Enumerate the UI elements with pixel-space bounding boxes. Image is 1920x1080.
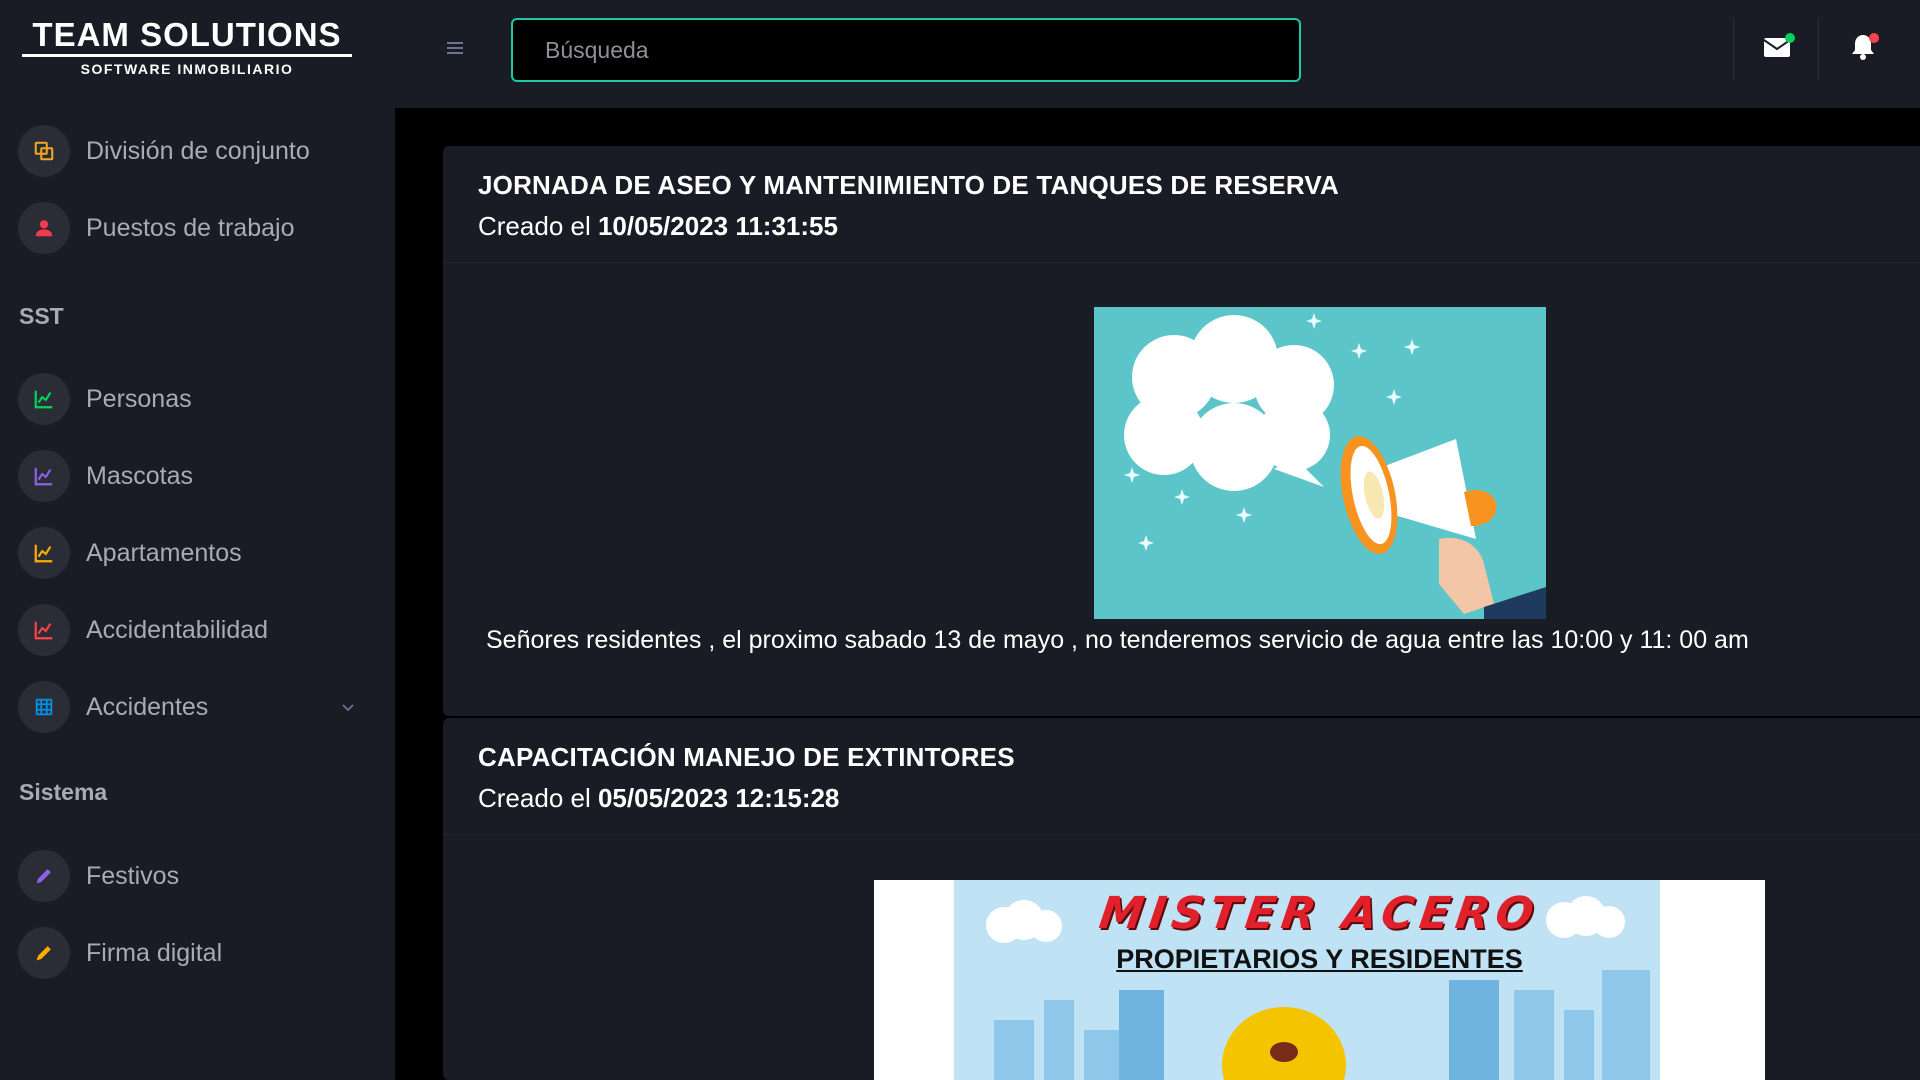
post-title: JORNADA DE ASEO Y MANTENIMIENTO DE TANQU…	[478, 170, 1340, 200]
mail-notification-dot	[1785, 33, 1795, 43]
sidebar-item-mascotas[interactable]: Mascotas	[18, 448, 358, 504]
main-content: JORNADA DE ASEO Y MANTENIMIENTO DE TANQU…	[395, 108, 1920, 1080]
copy-icon	[18, 125, 70, 177]
chart-line-icon	[18, 527, 70, 579]
sidebar-item-festivos[interactable]: Festivos	[18, 848, 358, 904]
brand-title: TEAM SOLUTIONS	[22, 18, 352, 57]
sidebar-item-label: Apartamentos	[86, 538, 242, 567]
notifications-button[interactable]	[1846, 30, 1880, 64]
navbar-divider	[1733, 18, 1734, 80]
post-text: Señores residentes , el proximo sabado 1…	[486, 626, 1749, 654]
sidebar-item-label: Accidentabilidad	[86, 615, 269, 644]
chart-line-icon	[18, 450, 70, 502]
megaphone-image	[1094, 307, 1546, 619]
sidebar-section-title-sistema: Sistema	[19, 779, 108, 805]
sidebar-item-label: Firma digital	[86, 938, 223, 967]
sidebar-item-puestos-de-trabajo[interactable]: Puestos de trabajo	[18, 200, 358, 256]
chevron-down-icon[interactable]	[338, 697, 358, 717]
post-created-date: 05/05/2023 12:15:28	[597, 783, 840, 813]
sidebar: TEAM SOLUTIONS SOFTWARE INMOBILIARIO Div…	[0, 0, 395, 1080]
sidebar-item-label: Puestos de trabajo	[86, 213, 295, 242]
sidebar-item-label: División de conjunto	[86, 136, 310, 165]
sidebar-item-label: Personas	[86, 384, 192, 413]
sidebar-item-division-de-conjunto[interactable]: División de conjunto	[18, 123, 358, 179]
user-icon	[18, 202, 70, 254]
sidebar-section-title-sst: SST	[19, 303, 64, 329]
sidebar-item-label: Mascotas	[86, 461, 193, 490]
poster-image: MISTER ACERO PROPIETARIOS Y RESIDENTES	[874, 880, 1765, 1080]
chart-line-icon	[18, 373, 70, 425]
post-created-prefix: Creado el	[478, 783, 591, 813]
sidebar-item-accidentabilidad[interactable]: Accidentabilidad	[18, 602, 358, 658]
brand-subtitle: SOFTWARE INMOBILIARIO	[80, 61, 294, 77]
post-created-prefix: Creado el	[478, 211, 591, 241]
search-input[interactable]	[511, 18, 1301, 82]
post-card: JORNADA DE ASEO Y MANTENIMIENTO DE TANQU…	[443, 146, 1920, 716]
post-header: CAPACITACIÓN MANEJO DE EXTINTORES Creado…	[443, 718, 1920, 835]
post-created: Creado el 10/05/2023 11:31:55	[478, 211, 1885, 242]
post-title: CAPACITACIÓN MANEJO DE EXTINTORES	[478, 742, 1015, 772]
brand-logo[interactable]: TEAM SOLUTIONS SOFTWARE INMOBILIARIO	[22, 18, 352, 77]
post-created: Creado el 05/05/2023 12:15:28	[478, 783, 1885, 814]
hamburger-menu-icon[interactable]	[443, 36, 467, 60]
sidebar-item-personas[interactable]: Personas	[18, 371, 358, 427]
post-card: CAPACITACIÓN MANEJO DE EXTINTORES Creado…	[443, 718, 1920, 1080]
grid-icon	[18, 681, 70, 733]
pencil-icon	[18, 850, 70, 902]
poster-subtitle: PROPIETARIOS Y RESIDENTES	[1116, 944, 1523, 974]
pencil-icon	[18, 927, 70, 979]
sidebar-item-apartamentos[interactable]: Apartamentos	[18, 525, 358, 581]
mail-button[interactable]	[1761, 30, 1795, 64]
megaphone-illustration	[1094, 307, 1546, 619]
chart-line-icon	[18, 604, 70, 656]
sidebar-item-firma-digital[interactable]: Firma digital	[18, 925, 358, 981]
post-created-date: 10/05/2023 11:31:55	[597, 211, 838, 241]
sidebar-item-label: Accidentes	[86, 692, 209, 721]
poster-title: MISTER ACERO	[1096, 888, 1543, 939]
top-navbar	[395, 0, 1920, 108]
sidebar-item-label: Festivos	[86, 861, 180, 890]
sidebar-item-accidentes[interactable]: Accidentes	[18, 679, 358, 735]
bell-notification-dot	[1869, 33, 1879, 43]
navbar-divider	[1818, 18, 1819, 80]
post-header: JORNADA DE ASEO Y MANTENIMIENTO DE TANQU…	[443, 146, 1920, 263]
